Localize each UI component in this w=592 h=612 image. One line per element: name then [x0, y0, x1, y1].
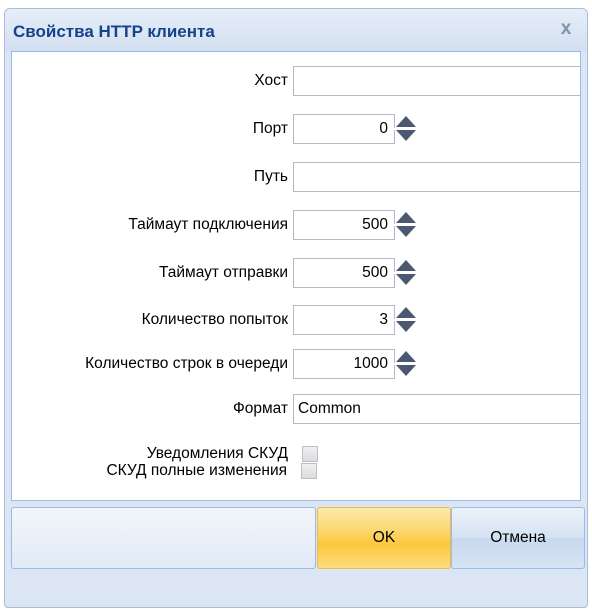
- spinner-up-icon[interactable]: [396, 116, 416, 127]
- acs-full-changes-checkbox[interactable]: [301, 463, 317, 479]
- spinner-up-icon[interactable]: [396, 260, 416, 271]
- http-client-properties-dialog: Свойства HTTP клиента x Хост Порт 0 Путь: [4, 8, 588, 608]
- spinner-arrows-icon[interactable]: [394, 114, 419, 144]
- spinner-down-icon[interactable]: [396, 130, 416, 141]
- title-bar[interactable]: Свойства HTTP клиента x: [5, 9, 587, 51]
- path-label: Путь: [253, 168, 288, 185]
- retry-count-input[interactable]: 3: [293, 305, 395, 335]
- spinner-arrows-icon[interactable]: [394, 258, 419, 288]
- close-icon[interactable]: x: [555, 18, 577, 40]
- format-row: Формат Common: [12, 394, 580, 424]
- retry-count-spinner: 3: [293, 305, 419, 335]
- dialog-title: Свойства HTTP клиента: [13, 22, 215, 41]
- connect-timeout-input[interactable]: 500: [293, 210, 395, 240]
- spinner-arrows-icon[interactable]: [394, 210, 419, 240]
- spinner-arrows-icon[interactable]: [394, 305, 419, 335]
- queue-rows-label: Количество строк в очереди: [85, 355, 288, 372]
- send-timeout-spinner: 500: [293, 258, 419, 288]
- format-input[interactable]: Common: [293, 394, 580, 424]
- connect-timeout-row: Таймаут подключения 500: [12, 210, 580, 240]
- connect-timeout-label: Таймаут подключения: [128, 216, 288, 233]
- path-input[interactable]: [293, 162, 580, 192]
- path-row: Путь: [12, 162, 580, 192]
- send-timeout-row: Таймаут отправки 500: [12, 258, 580, 288]
- connect-timeout-spinner: 500: [293, 210, 419, 240]
- queue-rows-spinner: 1000: [293, 349, 419, 379]
- queue-rows-row: Количество строк в очереди 1000: [12, 349, 580, 379]
- acs-full-changes-container: СКУД полные изменения: [11, 442, 581, 500]
- spinner-up-icon[interactable]: [396, 212, 416, 223]
- acs-full-changes-label: СКУД полные изменения: [106, 462, 287, 479]
- send-timeout-input[interactable]: 500: [293, 258, 395, 288]
- port-label: Порт: [252, 120, 288, 137]
- host-input[interactable]: [293, 66, 580, 96]
- button-bar: OK Отмена: [11, 505, 585, 605]
- format-label: Формат: [232, 400, 288, 417]
- cancel-button[interactable]: Отмена: [451, 507, 585, 569]
- send-timeout-label: Таймаут отправки: [159, 264, 288, 281]
- port-input[interactable]: 0: [293, 114, 395, 144]
- host-label: Хост: [254, 72, 288, 89]
- retry-count-row: Количество попыток 3: [12, 305, 580, 335]
- spinner-down-icon[interactable]: [396, 274, 416, 285]
- ok-button[interactable]: OK: [317, 507, 451, 569]
- port-row: Порт 0: [12, 114, 580, 144]
- spinner-arrows-icon[interactable]: [394, 349, 419, 379]
- spinner-down-icon[interactable]: [396, 226, 416, 237]
- host-row: Хост: [12, 66, 580, 96]
- queue-rows-input[interactable]: 1000: [293, 349, 395, 379]
- retry-count-label: Количество попыток: [141, 311, 288, 328]
- port-spinner: 0: [293, 114, 419, 144]
- spinner-up-icon[interactable]: [396, 307, 416, 318]
- button-bar-spacer: [11, 507, 316, 569]
- spinner-down-icon[interactable]: [396, 365, 416, 376]
- form-panel: Хост Порт 0 Путь Таймаут подключения 500: [11, 51, 581, 501]
- spinner-down-icon[interactable]: [396, 321, 416, 332]
- spinner-up-icon[interactable]: [396, 351, 416, 362]
